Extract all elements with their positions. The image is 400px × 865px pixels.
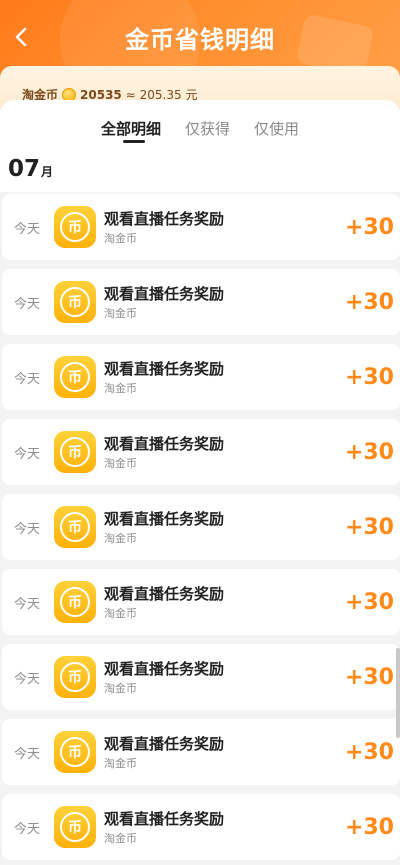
record-date: 今天 (14, 446, 41, 462)
record-date: 今天 (14, 221, 41, 237)
list-item[interactable]: 今天 币 观看直播任务奖励淘金币 +30 (2, 644, 400, 710)
list-item[interactable]: 今天 币 观看直播任务奖励淘金币 +30 (2, 569, 400, 635)
record-amount: +30 (344, 664, 394, 690)
list-item[interactable]: 今天 币 观看直播任务奖励淘金币 +30 (2, 794, 400, 860)
record-date: 今天 (14, 521, 41, 537)
record-source: 淘金币 (104, 606, 137, 620)
month-number: 07 (8, 156, 41, 182)
record-amount: +30 (344, 214, 394, 240)
coin-icon: 币 (54, 281, 96, 323)
record-amount: +30 (344, 439, 394, 465)
record-date: 今天 (14, 821, 41, 837)
record-source: 淘金币 (104, 456, 137, 470)
coin-glyph: 币 (60, 587, 90, 617)
record-amount: +30 (344, 289, 394, 315)
record-title: 观看直播任务奖励 (104, 209, 225, 228)
coin-icon: 币 (54, 206, 96, 248)
record-source: 淘金币 (104, 831, 137, 845)
record-source: 淘金币 (104, 231, 137, 245)
record-title: 观看直播任务奖励 (104, 509, 225, 528)
coin-icon: 币 (54, 731, 96, 773)
coin-icon: 币 (54, 581, 96, 623)
record-source: 淘金币 (104, 531, 137, 545)
record-title: 观看直播任务奖励 (104, 809, 225, 828)
record-date: 今天 (14, 296, 41, 312)
coin-glyph: 币 (60, 812, 90, 842)
filter-tabs: 全部明细 仅获得 仅使用 (0, 100, 400, 148)
coin-glyph: 币 (60, 662, 90, 692)
record-source: 淘金币 (104, 681, 137, 695)
list-item[interactable]: 今天 币 观看直播任务奖励淘金币 +30 (2, 194, 400, 260)
coin-glyph: 币 (60, 362, 90, 392)
record-title: 观看直播任务奖励 (104, 584, 225, 603)
coin-icon: 币 (54, 656, 96, 698)
month-header: 07月 (0, 148, 400, 192)
record-amount: +30 (344, 364, 394, 390)
scrollbar[interactable] (396, 648, 400, 738)
record-amount: +30 (344, 739, 394, 765)
record-title: 观看直播任务奖励 (104, 434, 225, 453)
list-item[interactable]: 今天 币 观看直播任务奖励淘金币 +30 (2, 719, 400, 785)
list-item[interactable]: 今天 币 观看直播任务奖励淘金币 +30 (2, 344, 400, 410)
record-source: 淘金币 (104, 306, 137, 320)
record-date: 今天 (14, 671, 41, 687)
list-item[interactable]: 今天 币 观看直播任务奖励淘金币 +30 (2, 494, 400, 560)
list-item[interactable]: 今天 币 观看直播任务奖励淘金币 +30 (2, 419, 400, 485)
record-date: 今天 (14, 371, 41, 387)
record-date: 今天 (14, 746, 41, 762)
record-amount: +30 (344, 589, 394, 615)
record-title: 观看直播任务奖励 (104, 734, 225, 753)
coin-glyph: 币 (60, 212, 90, 242)
coin-icon: 币 (54, 506, 96, 548)
coin-icon: 币 (54, 356, 96, 398)
page-title: 金币省钱明细 (125, 26, 275, 54)
month-unit: 月 (41, 165, 54, 179)
tab-used[interactable]: 仅使用 (254, 118, 299, 144)
record-title: 观看直播任务奖励 (104, 284, 225, 303)
coin-icon: 币 (54, 431, 96, 473)
record-date: 今天 (14, 596, 41, 612)
tab-earned[interactable]: 仅获得 (185, 118, 230, 144)
coin-glyph: 币 (60, 437, 90, 467)
record-title: 观看直播任务奖励 (104, 359, 225, 378)
record-source: 淘金币 (104, 381, 137, 395)
coin-glyph: 币 (60, 287, 90, 317)
list-item[interactable]: 今天 币 观看直播任务奖励淘金币 +30 (2, 269, 400, 335)
coin-icon: 币 (54, 806, 96, 848)
record-source: 淘金币 (104, 756, 137, 770)
record-amount: +30 (344, 814, 394, 840)
record-amount: +30 (344, 514, 394, 540)
record-title: 观看直播任务奖励 (104, 659, 225, 678)
detail-sheet: 全部明细 仅获得 仅使用 07月 今天 币 观看直播任务奖励 淘金币 +30 今天… (0, 100, 400, 865)
coin-glyph: 币 (60, 512, 90, 542)
tab-all[interactable]: 全部明细 (101, 118, 161, 144)
coin-glyph: 币 (60, 737, 90, 767)
